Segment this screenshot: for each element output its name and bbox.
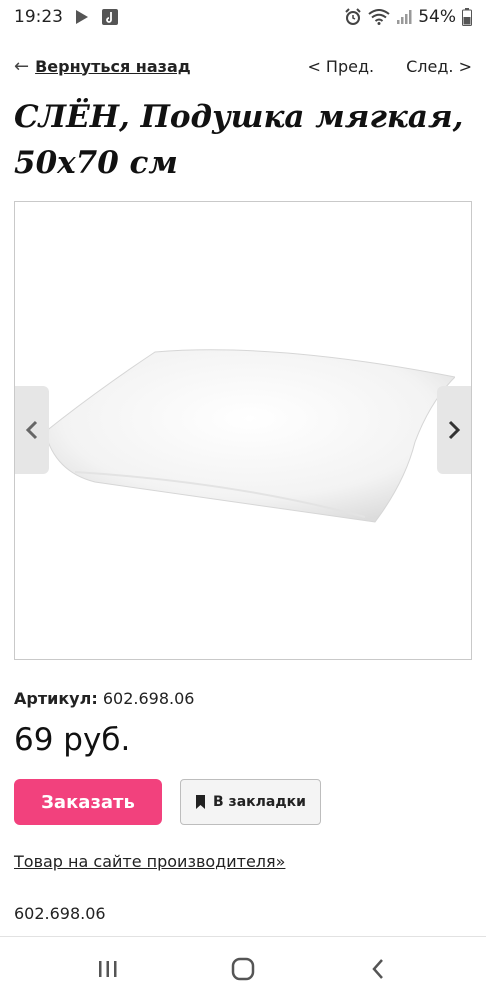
manufacturer-link[interactable]: Товар на сайте производителя» bbox=[14, 852, 285, 871]
product-nav: ← Вернуться назад < Пред. След. > bbox=[14, 54, 472, 78]
battery-icon bbox=[462, 8, 472, 26]
order-button[interactable]: Заказать bbox=[14, 779, 162, 825]
back-icon bbox=[372, 958, 384, 979]
system-back-button[interactable] bbox=[348, 944, 408, 994]
recent-apps-button[interactable] bbox=[78, 944, 138, 994]
arrow-left-icon: ← bbox=[14, 55, 30, 77]
bookmark-button[interactable]: В закладки bbox=[180, 779, 321, 825]
product-image bbox=[44, 349, 455, 523]
gallery-prev-button[interactable] bbox=[15, 386, 49, 474]
sku-line: Артикул: 602.698.06 bbox=[14, 689, 194, 708]
back-link-label: Вернуться назад bbox=[35, 56, 191, 76]
music-note-icon bbox=[101, 8, 119, 26]
clock: 19:23 bbox=[14, 7, 63, 27]
back-link[interactable]: ← Вернуться назад bbox=[14, 56, 191, 77]
next-link[interactable]: След. > bbox=[406, 57, 472, 76]
price: 69 руб. bbox=[14, 722, 131, 758]
recent-apps-icon bbox=[98, 960, 117, 977]
footer-sku: 602.698.06 bbox=[14, 904, 106, 923]
order-button-label: Заказать bbox=[41, 791, 135, 813]
play-store-icon bbox=[75, 9, 89, 25]
gallery-next-button[interactable] bbox=[437, 386, 471, 474]
product-gallery bbox=[14, 201, 472, 660]
alarm-icon bbox=[344, 8, 362, 26]
chevron-left-icon bbox=[25, 420, 38, 440]
bookmark-icon bbox=[196, 795, 206, 809]
signal-icon bbox=[396, 9, 412, 25]
sku-label: Артикул: bbox=[14, 689, 98, 708]
home-button[interactable] bbox=[213, 944, 273, 994]
battery-percent: 54% bbox=[418, 7, 456, 27]
bookmark-button-label: В закладки bbox=[213, 794, 306, 810]
wifi-icon bbox=[368, 9, 390, 25]
system-nav-bar bbox=[0, 937, 486, 1000]
chevron-right-icon bbox=[448, 420, 461, 440]
prev-link[interactable]: < Пред. bbox=[307, 57, 374, 76]
status-bar: 19:23 54% bbox=[0, 0, 486, 34]
page-title: СЛЁН, Подушка мягкая, 50x70 см bbox=[14, 99, 464, 181]
sku-value: 602.698.06 bbox=[102, 689, 195, 708]
home-icon bbox=[231, 957, 255, 980]
